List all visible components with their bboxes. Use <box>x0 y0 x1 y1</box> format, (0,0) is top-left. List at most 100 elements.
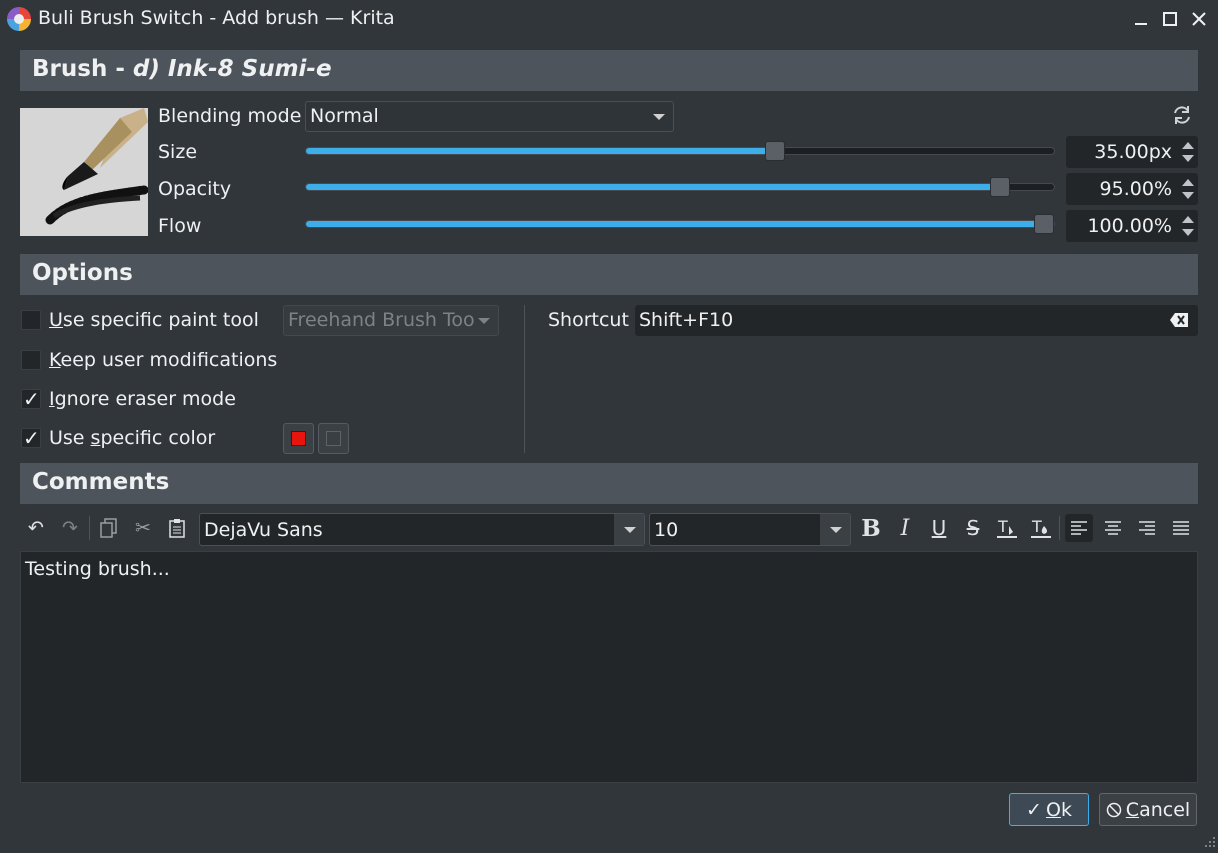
chevron-down-icon <box>653 114 665 120</box>
scissors-icon: ✂ <box>135 517 151 539</box>
spin-up-icon[interactable] <box>1182 179 1194 186</box>
italic-icon: I <box>900 515 910 541</box>
resize-grip[interactable] <box>1204 831 1216 847</box>
foreground-color-button[interactable] <box>283 423 314 454</box>
chevron-down-icon <box>624 527 636 533</box>
align-left-icon <box>1071 521 1087 535</box>
checkmark-icon: ✓ <box>23 387 40 411</box>
align-right-icon <box>1139 521 1155 535</box>
bold-button[interactable]: B <box>857 514 885 542</box>
blending-mode-dropdown[interactable]: Normal <box>305 101 674 132</box>
background-color-button[interactable] <box>318 423 349 454</box>
align-justify-icon <box>1173 521 1189 535</box>
font-family-dropdown[interactable]: DejaVu Sans <box>199 513 645 546</box>
minimize-button[interactable] <box>1129 7 1153 31</box>
copy-button[interactable] <box>95 514 123 542</box>
background-color-swatch <box>326 431 341 446</box>
paint-tool-dropdown[interactable]: Freehand Brush Too <box>283 305 499 336</box>
foreground-color-swatch <box>291 431 306 446</box>
highlight-color-icon: T <box>1031 517 1051 538</box>
shortcut-label: Shortcut <box>548 309 629 331</box>
font-size-value: 10 <box>654 519 679 541</box>
flow-label: Flow <box>158 215 202 237</box>
align-left-button[interactable] <box>1065 514 1093 542</box>
text-color-button[interactable]: T <box>993 514 1021 542</box>
paste-button[interactable] <box>163 514 191 542</box>
italic-button[interactable]: I <box>891 514 919 542</box>
brush-header-prefix: Brush - <box>32 56 133 82</box>
opacity-label: Opacity <box>158 178 232 200</box>
opacity-slider[interactable] <box>305 177 1055 197</box>
size-slider-fill <box>306 148 775 154</box>
ignore-eraser-mode-label[interactable]: Ignore eraser mode <box>49 388 236 410</box>
cut-button[interactable]: ✂ <box>129 514 157 542</box>
brush-thumbnail <box>20 108 148 236</box>
copy-icon <box>100 518 117 538</box>
maximize-button[interactable] <box>1158 7 1182 31</box>
size-slider-handle[interactable] <box>765 141 785 161</box>
keep-user-modifications-checkbox[interactable] <box>21 350 41 370</box>
opacity-slider-handle[interactable] <box>990 177 1010 197</box>
shortcut-value: Shift+F10 <box>639 309 734 331</box>
align-center-button[interactable] <box>1099 514 1127 542</box>
cancel-button[interactable]: Cancel <box>1099 793 1197 826</box>
svg-text:T: T <box>997 517 1008 536</box>
spin-down-icon[interactable] <box>1182 229 1194 236</box>
opacity-spinbox[interactable]: 95.00% <box>1066 173 1198 205</box>
align-justify-button[interactable] <box>1167 514 1195 542</box>
ok-button[interactable]: ✓ Ok <box>1009 793 1089 826</box>
strikethrough-icon: S <box>966 516 980 540</box>
brush-preview-image <box>20 108 148 236</box>
krita-app-icon <box>7 7 31 31</box>
flow-spinbox[interactable]: 100.00% <box>1066 210 1198 242</box>
close-window-button[interactable] <box>1187 7 1211 31</box>
comments-section-header: Comments <box>20 463 1198 504</box>
align-right-button[interactable] <box>1133 514 1161 542</box>
shortcut-input[interactable]: Shift+F10 <box>635 305 1198 336</box>
chevron-down-icon <box>830 527 842 533</box>
use-specific-color-label[interactable]: Use specific color <box>49 427 215 449</box>
comments-header-title: Comments <box>32 469 170 495</box>
resize-grip-icon <box>1205 837 1215 847</box>
size-label: Size <box>158 141 198 163</box>
flow-slider[interactable] <box>305 214 1055 234</box>
cancel-icon <box>1106 802 1122 817</box>
spin-down-icon[interactable] <box>1182 192 1194 199</box>
align-center-icon <box>1105 521 1121 535</box>
undo-button[interactable]: ↶ <box>22 514 50 542</box>
size-spinbox[interactable]: 35.00px <box>1066 136 1198 168</box>
chevron-down-icon <box>478 318 490 324</box>
window-title: Buli Brush Switch - Add brush — Krita <box>38 7 395 29</box>
opacity-value: 95.00% <box>1099 178 1172 200</box>
flow-value: 100.00% <box>1087 215 1172 237</box>
clear-shortcut-icon[interactable] <box>1170 313 1188 327</box>
refresh-icon <box>1174 106 1190 124</box>
spin-up-icon[interactable] <box>1182 142 1194 149</box>
use-specific-paint-tool-checkbox[interactable] <box>21 310 41 330</box>
strikethrough-button[interactable]: S <box>959 514 987 542</box>
reset-button[interactable] <box>1171 104 1193 126</box>
keep-user-modifications-label[interactable]: Keep user modifications <box>49 349 277 371</box>
toolbar-separator <box>89 516 90 540</box>
redo-button[interactable]: ↷ <box>56 514 84 542</box>
size-slider[interactable] <box>305 141 1055 161</box>
use-specific-paint-tool-label[interactable]: Use specific paint tool <box>49 309 259 331</box>
maximize-icon <box>1163 12 1177 26</box>
flow-slider-fill <box>306 221 1044 227</box>
options-divider <box>524 305 525 453</box>
use-specific-color-checkbox[interactable]: ✓ <box>21 426 41 450</box>
checkmark-icon: ✓ <box>1026 798 1042 821</box>
size-value: 35.00px <box>1094 141 1172 163</box>
comments-text-editor[interactable]: Testing brush... <box>20 551 1198 783</box>
ignore-eraser-mode-checkbox[interactable]: ✓ <box>21 387 41 411</box>
paint-tool-value: Freehand Brush Too <box>288 309 475 331</box>
font-size-dropdown[interactable]: 10 <box>649 513 851 546</box>
spin-down-icon[interactable] <box>1182 155 1194 162</box>
close-icon <box>1192 12 1206 26</box>
spin-up-icon[interactable] <box>1182 216 1194 223</box>
options-header-title: Options <box>32 260 133 286</box>
text-color-icon: T <box>997 517 1017 538</box>
flow-slider-handle[interactable] <box>1034 214 1054 234</box>
underline-button[interactable]: U <box>925 514 953 542</box>
background-color-text-button[interactable]: T <box>1027 514 1055 542</box>
